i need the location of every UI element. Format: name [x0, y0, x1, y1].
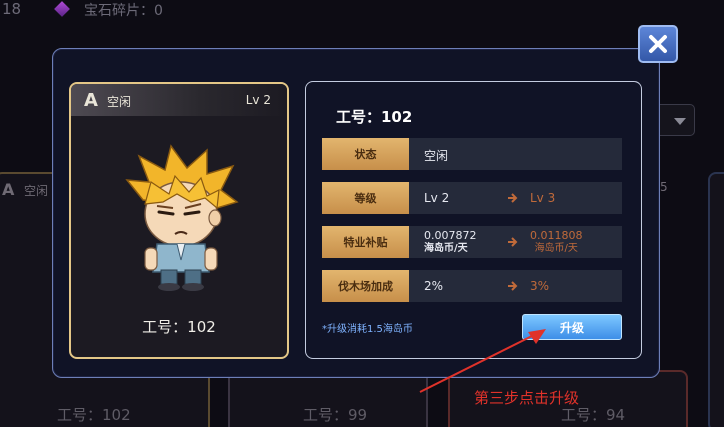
filter-dropdown[interactable] — [655, 104, 695, 136]
stat-row-lumber-bonus: 伐木场加成 2% 3% — [322, 270, 622, 302]
close-button[interactable] — [638, 25, 678, 63]
character-card-header: A 空闲 Lv 2 — [71, 84, 287, 116]
stat-row-level: 等级 Lv 2 Lv 3 — [322, 182, 622, 214]
stat-next: 3% — [530, 279, 550, 293]
stat-next-value: 0.011808 — [530, 229, 583, 242]
worker-rank: A — [2, 180, 15, 199]
worker-id: 工号：102 — [57, 406, 131, 424]
close-icon — [649, 35, 667, 53]
top-count: 18 — [2, 0, 22, 18]
arrow-right-icon — [508, 193, 518, 203]
stat-current-unit: 海岛币/天 — [424, 243, 468, 254]
gem-fragment-count: 宝石碎片：0 — [84, 3, 163, 19]
stat-label: 特业补贴 — [322, 226, 409, 258]
stat-current: 空闲 — [424, 149, 449, 163]
worker-id: 工号：99 — [303, 406, 368, 424]
info-title: 工号：102 — [336, 108, 413, 126]
stat-row-status: 状态 空闲 — [322, 138, 622, 170]
character-level: Lv 2 — [245, 93, 271, 107]
character-id: 工号：102 — [142, 318, 216, 336]
worker-card[interactable] — [708, 172, 724, 427]
upgrade-cost-note: *升级消耗1.5海岛币 — [322, 324, 413, 335]
gem-icon — [54, 1, 70, 17]
stat-current: Lv 2 — [424, 191, 450, 205]
worker-status: 空闲 — [24, 184, 49, 198]
stat-current-value: 0.007872 — [424, 229, 477, 242]
stat-row-subsidy: 特业补贴 0.007872 海岛币/天 0.011808 海岛币/天 — [322, 226, 622, 258]
character-card: A 空闲 Lv 2 工号：102 — [69, 82, 289, 359]
character-avatar — [125, 144, 239, 291]
info-panel: 工号：102 状态 空闲 等级 Lv 2 Lv 3 特业补贴 0.007872 … — [305, 81, 642, 359]
character-status: 空闲 — [107, 95, 132, 109]
stat-label: 伐木场加成 — [322, 270, 409, 302]
stat-label: 等级 — [322, 182, 409, 214]
stat-next: Lv 3 — [530, 191, 556, 205]
arrow-right-icon — [508, 237, 518, 247]
stat-next-unit: 海岛币/天 — [534, 243, 578, 254]
arrow-right-icon — [508, 281, 518, 291]
stat-current: 2% — [424, 279, 444, 293]
character-rank: A — [84, 90, 98, 111]
top-bar: 18 宝石碎片：0 — [0, 0, 724, 22]
upgrade-button[interactable]: 升级 — [522, 314, 622, 340]
stat-current: 0.007872 海岛币/天 — [424, 229, 477, 255]
side-number: 5 — [660, 180, 668, 194]
stat-label: 状态 — [322, 138, 409, 170]
annotation-text: 第三步点击升级 — [474, 389, 580, 407]
stat-next: 0.011808 海岛币/天 — [530, 229, 583, 255]
